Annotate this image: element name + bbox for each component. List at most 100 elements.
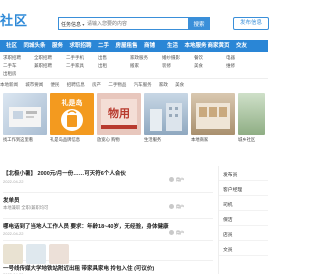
subnav-link[interactable]: 求职招聘 [3,54,21,62]
subnav-link[interactable]: 出租 [98,62,107,70]
nav-item[interactable]: 二手 [92,40,115,52]
nav-item[interactable]: 本地服务 [184,40,207,52]
sidebar-item[interactable]: 保洁 [219,211,268,226]
nav-item[interactable]: 社区 [0,40,23,52]
tag-link[interactable]: 本地新闻 [0,82,18,87]
sidebar-item-label: 店员 [223,233,233,238]
list-item[interactable]: 一号线传媒大学地铁站附近出租 带家具家电 拎包入住 (可议价) 2022-04-… [3,261,213,274]
featured-card[interactable]: 物用 放宽心 购物 [97,93,141,151]
sidebar-item-label: 文员 [223,248,233,253]
sidebar-item-label: 客户经理 [223,188,243,193]
featured-card[interactable]: 找工作到这里看 [3,93,47,151]
post-title[interactable]: 哪电话到了当地人工作人员 要求：年龄18~40岁，无经验，身体健康 [3,222,211,230]
subnav-column: 全职招聘 兼职招聘 [34,54,52,70]
sidebar-item[interactable]: 店员 [219,226,268,241]
site-logo[interactable]: 社区 [0,10,28,29]
subnav-link[interactable]: 维修 [226,62,235,70]
tag-link[interactable]: 二手物品 [108,82,126,87]
list-item[interactable]: 哪电话到了当地人工作人员 要求：年龄18~40岁，无经验，身体健康 2022-0… [3,219,213,241]
subnav-link[interactable]: 搬家 [130,62,148,70]
nav-item[interactable]: 求职招聘 [69,40,92,52]
header: 社区 任务信息 ▾ 搜索 发布信息 [0,0,269,40]
subnav-column: 电器 维修 [226,54,235,70]
card-caption: 生活服务 [144,137,162,142]
nav-item[interactable]: 生活 [161,40,184,52]
sidebar-item[interactable]: 发布员 [219,166,268,181]
subnav-column: 婚纱摄影 装修 [162,54,180,70]
card-caption: 放宽心 购物 [97,137,120,142]
card-image [191,93,235,135]
nav-item[interactable]: 商家黄页 [207,40,230,52]
svg-text:礼是岛: 礼是岛 [62,98,83,107]
post-title[interactable]: 【北极小暑】 2000元/月一份……可天符6个人合伙 [3,169,211,177]
post-date: 2022-04-22 [3,231,24,236]
subnav-link[interactable]: 二手家具 [66,62,84,70]
subnav-link[interactable]: 餐饮 [194,54,203,62]
subnav-link[interactable]: 出租房 [3,70,21,78]
sidebar-item-label: 发布员 [223,173,238,178]
card-caption: 本地商家 [191,137,209,142]
right-sidebar: 发布员 客户经理 司机 保洁 店员 文员 [218,166,268,274]
subnav-link[interactable]: 出售 [98,54,107,62]
search-category-select[interactable]: 任务信息 ▾ [61,21,84,28]
subnav-link[interactable]: 家政服务 [130,54,148,62]
post-author: 用户 [169,230,184,236]
tag-link[interactable]: 便民 [51,82,60,87]
subnav-column: 出售 出租 [98,54,107,70]
featured-card[interactable]: 本地商家 [191,93,235,151]
list-item[interactable] [3,241,213,264]
publish-button[interactable]: 发布信息 [233,17,269,30]
nav-item[interactable]: 商铺 [138,40,161,52]
subnav-column: 家政服务 搬家 [130,54,148,70]
avatar [169,230,174,236]
card-image: 礼是岛 [50,93,94,135]
post-title[interactable]: 一号线传媒大学地铁站附近出租 带家具家电 拎包入住 (可议价) [3,264,211,272]
nav-item[interactable]: 同城头条 [23,40,46,52]
tag-link[interactable]: 美食 [175,82,184,87]
subnav-link[interactable]: 全职招聘 [34,54,52,62]
subnav-link[interactable]: 电器 [226,54,235,62]
subnav-link[interactable]: 婚纱摄影 [162,54,180,62]
search-input[interactable] [87,18,187,29]
tag-link[interactable]: 家政 [159,82,168,87]
subnav-link[interactable]: 二手车 [3,62,21,70]
card-caption: 城乡社区 [238,137,256,142]
nav-item[interactable]: 交友 [230,40,253,52]
tag-links: 本地新闻 城市要闻 便民 招聘信息 房产 二手物品 汽车服务 家政 美食 [0,82,268,91]
nav-item[interactable]: 服务 [46,40,69,52]
post-author: 用户 [169,177,184,183]
search-bar: 任务信息 ▾ 搜索 [58,17,210,30]
list-item[interactable]: 发单员 本地兼职 全职/兼职均可 用户 [3,193,213,219]
post-title[interactable]: 发单员 [3,196,211,204]
featured-card[interactable]: 城乡社区 [238,93,265,151]
tag-link[interactable]: 招聘信息 [67,82,85,87]
subnav-column: 餐饮 美食 [194,54,203,70]
post-author: 用户 [169,204,184,210]
subnav-link[interactable]: 美食 [194,62,203,70]
nav-item[interactable]: 房屋租售 [115,40,138,52]
featured-card[interactable]: 生活服务 [144,93,188,151]
card-image [238,93,265,135]
svg-text:物用: 物用 [108,106,130,120]
tag-link[interactable]: 汽车服务 [134,82,152,87]
main-nav: 社区 同城头条 服务 求职招聘 二手 房屋租售 商铺 生活 本地服务 商家黄页 … [0,40,268,52]
tag-link[interactable]: 房产 [92,82,101,87]
tag-link[interactable]: 城市要闻 [25,82,43,87]
featured-card[interactable]: 礼是岛 礼是岛品牌信息 [50,93,94,151]
post-date: 2022-04-22 [3,179,24,184]
sidebar-item[interactable]: 客户经理 [219,181,268,196]
subnav-link[interactable]: 二手手机 [66,54,84,62]
list-item[interactable]: 【北极小暑】 2000元/月一份……可天符6个人合伙 2022-04-22 用户 [3,166,213,193]
card-image: 物用 [97,93,141,135]
sidebar-item[interactable]: 文员 [219,241,268,256]
avatar [169,204,174,210]
sidebar-item[interactable]: 司机 [219,196,268,211]
subnav-link[interactable]: 兼职招聘 [34,62,52,70]
card-image [144,93,188,135]
search-button[interactable]: 搜索 [188,17,210,30]
post-summary: 本地兼职 全职/兼职均可 [3,205,49,210]
post-list: 【北极小暑】 2000元/月一份……可天符6个人合伙 2022-04-22 用户… [3,166,213,274]
subnav-link[interactable]: 装修 [162,62,180,70]
card-image [3,93,47,135]
sub-nav: 求职招聘 二手车 出租房 全职招聘 兼职招聘 二手手机 二手家具 出售 出租 家… [0,52,268,79]
